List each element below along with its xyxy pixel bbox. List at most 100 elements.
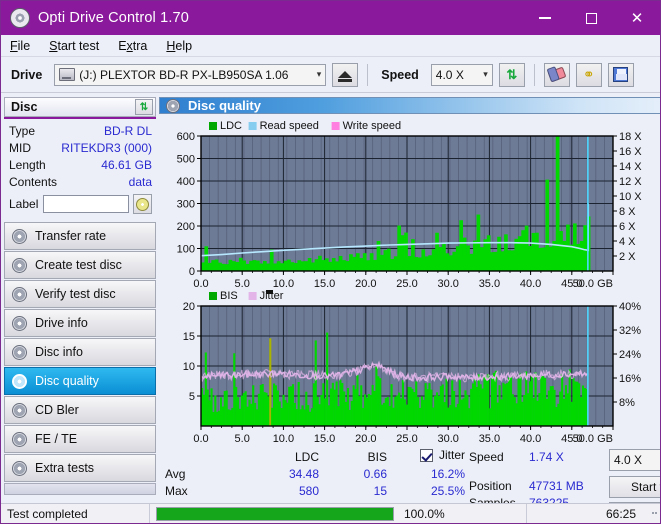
stat-label-avg: Avg — [165, 466, 186, 481]
svg-text:10: 10 — [183, 361, 195, 373]
chevron-down-icon: ▾ — [483, 69, 488, 79]
nav-list: Transfer rate Create test disc Verify te… — [4, 222, 156, 495]
disc-row-length: Length 46.61 GB — [9, 156, 152, 173]
minimize-button[interactable] — [522, 1, 568, 35]
disc-icon — [12, 286, 27, 302]
save-button[interactable] — [607, 62, 634, 87]
svg-text:30.0: 30.0 — [437, 278, 458, 290]
svg-text:25.0: 25.0 — [396, 278, 417, 290]
eject-button[interactable] — [332, 62, 359, 87]
disc-mid-label: MID — [9, 140, 31, 155]
svg-text:8 X: 8 X — [619, 206, 636, 218]
tools-button[interactable]: ⚭ — [575, 62, 602, 87]
status-message: Test completed — [7, 506, 88, 521]
jitter-checkbox[interactable] — [419, 448, 433, 462]
sidebar-item-label: CD Bler — [35, 403, 79, 417]
svg-text:5.0: 5.0 — [235, 278, 250, 290]
sidebar-item-disc-quality[interactable]: Disc quality — [4, 367, 156, 395]
start-full-button[interactable]: Start full — [609, 476, 660, 498]
svg-text:500: 500 — [177, 154, 195, 166]
app-title: Opti Drive Control 1.70 — [38, 10, 189, 26]
right-pane: Disc quality 0 100 200 300 400 500 600 2 X 4 X 6 … — [159, 93, 660, 523]
svg-text:0: 0 — [189, 266, 195, 278]
svg-text:0.0: 0.0 — [193, 433, 208, 444]
svg-text:5.0: 5.0 — [235, 433, 250, 444]
stat-max-bis: 15 — [373, 483, 387, 498]
disc-contents-value: data — [128, 174, 152, 189]
sidebar-item-label: Extra tests — [35, 461, 95, 475]
svg-text:2 X: 2 X — [619, 251, 636, 263]
drive-select[interactable]: (J:) PLEXTOR BD-R PX-LB950SA 1.06 ▾ — [54, 63, 327, 86]
eraser-icon — [547, 66, 567, 83]
svg-text:100: 100 — [177, 244, 195, 256]
menu-help-rest: elp — [175, 38, 193, 53]
disc-label-apply-button[interactable] — [133, 194, 152, 214]
svg-text:40%: 40% — [619, 301, 641, 313]
disc-icon — [12, 257, 27, 273]
svg-text:18 X: 18 X — [619, 131, 642, 143]
status-bar: Test completed 100.0% 66:25 — [1, 503, 660, 523]
stat-header-bis: BIS — [367, 449, 387, 464]
disc-icon — [12, 344, 27, 360]
stat-header-ldc: LDC — [294, 449, 319, 464]
menu-file[interactable]: File — [10, 39, 41, 53]
refresh-button[interactable]: ⇅ — [498, 62, 525, 87]
sidebar-item-create-test-disc[interactable]: Create test disc — [4, 251, 156, 279]
speed-label: Speed — [381, 67, 419, 82]
stat-avg-ldc: 34.48 — [288, 466, 319, 481]
sidebar-item-disc-info[interactable]: Disc info — [4, 338, 156, 366]
svg-text:32%: 32% — [619, 325, 641, 337]
disc-panel-title: Disc — [11, 100, 38, 114]
svg-text:40.0: 40.0 — [520, 278, 541, 290]
svg-text:4 X: 4 X — [619, 236, 636, 248]
sidebar-item-extra-tests[interactable]: Extra tests — [4, 454, 156, 482]
refresh-icon: ⇅ — [139, 101, 149, 113]
test-speed-select[interactable]: 4.0 X ▾ — [609, 449, 660, 471]
menu-extra-rest: tra — [132, 38, 148, 53]
sidebar-item-verify-test-disc[interactable]: Verify test disc — [4, 280, 156, 308]
menu-help[interactable]: Help — [166, 39, 203, 53]
speed-select[interactable]: 4.0 X ▾ — [430, 63, 493, 86]
disc-label-input[interactable] — [43, 195, 130, 213]
disc-icon — [12, 228, 27, 244]
run-info-spacer — [469, 465, 607, 477]
svg-text:20.0: 20.0 — [355, 433, 376, 444]
stat-avg-jitter: 16.2% — [430, 466, 465, 481]
sidebar-item-fe-te[interactable]: FE / TE — [4, 425, 156, 453]
progress-bar — [156, 506, 394, 521]
left-pane: Disc ⇅ Type BD-R DL MID RITEKDR3 (000) L… — [1, 93, 159, 523]
run-speed-label: Speed — [469, 449, 504, 464]
tools-icon: ⚭ — [582, 66, 595, 82]
svg-text:10.0: 10.0 — [273, 278, 294, 290]
page-title: Disc quality — [188, 98, 261, 113]
sidebar-item-drive-info[interactable]: Drive info — [4, 309, 156, 337]
eject-icon — [338, 71, 353, 82]
drive-icon — [59, 68, 76, 81]
svg-text:35.0: 35.0 — [479, 433, 500, 444]
svg-text:Read speed: Read speed — [260, 120, 319, 132]
close-button[interactable]: ✕ — [614, 1, 660, 35]
app-window: Opti Drive Control 1.70 ✕ File Start tes… — [0, 0, 661, 524]
svg-text:400: 400 — [177, 176, 195, 188]
erase-button[interactable] — [543, 62, 570, 87]
menu-extra[interactable]: Extra — [118, 39, 158, 53]
stat-max-ldc: 580 — [298, 483, 319, 498]
svg-text:50.0 GB: 50.0 GB — [573, 278, 613, 290]
run-info-speed-row: Speed 1.74 X — [469, 448, 607, 465]
run-speed-value: 1.74 X — [529, 449, 564, 464]
svg-text:BIS: BIS — [220, 290, 238, 302]
stat-avg-bis: 0.66 — [363, 466, 387, 481]
svg-text:5: 5 — [189, 391, 195, 403]
svg-text:25.0: 25.0 — [396, 433, 417, 444]
resize-grip[interactable] — [646, 512, 660, 515]
disc-label-row: Label — [9, 192, 152, 216]
disc-icon — [12, 402, 27, 418]
sidebar-item-cd-bler[interactable]: CD Bler — [4, 396, 156, 424]
disc-refresh-button[interactable]: ⇅ — [135, 99, 153, 115]
menu-start-test[interactable]: Start test — [49, 39, 110, 53]
refresh-icon: ⇅ — [506, 66, 518, 82]
maximize-button[interactable] — [568, 1, 614, 35]
sidebar-item-transfer-rate[interactable]: Transfer rate — [4, 222, 156, 250]
svg-text:0.0: 0.0 — [193, 278, 208, 290]
sidebar-item-label: FE / TE — [35, 432, 78, 446]
